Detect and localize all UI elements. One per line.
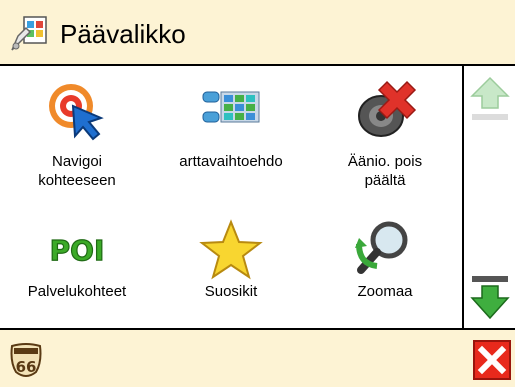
scroll-down-arrow-icon[interactable]: [468, 270, 513, 322]
map-options-icon: [202, 91, 260, 123]
close-icon[interactable]: [473, 340, 511, 380]
svg-text:POI: POI: [50, 234, 105, 267]
sound-off-icon: [358, 80, 417, 137]
poi-icon: POI: [49, 233, 105, 267]
scrollbar: [462, 66, 515, 328]
navigate-target-icon: [49, 84, 104, 141]
title-bar: Päävalikko: [0, 0, 515, 66]
menu-item-label: Zoomaa: [357, 283, 413, 300]
menu-item-favorites[interactable]: Suosikit: [154, 206, 308, 334]
menu-item-navigate[interactable]: Navigoi kohteeseen: [0, 66, 154, 194]
bottom-bar: 66: [0, 328, 515, 387]
menu-item-label: arttavaihtoehdo: [179, 153, 283, 170]
menu-grid: Navigoi kohteeseen arttavaihtoehdo Äänio…: [0, 66, 462, 328]
menu-item-label: Navigoi kohteeseen: [38, 153, 116, 189]
scroll-up-arrow-icon[interactable]: [468, 74, 513, 126]
menu-item-map-options[interactable]: arttavaihtoehdo: [154, 66, 308, 194]
route-66-icon[interactable]: 66: [8, 342, 44, 380]
menu-item-zoom[interactable]: Zoomaa: [308, 206, 462, 334]
page-title: Päävalikko: [60, 19, 186, 49]
menu-item-label: Äänio. pois päältä: [347, 153, 423, 189]
svg-text:66: 66: [16, 358, 37, 376]
menu-app-icon: [11, 16, 47, 51]
menu-item-poi[interactable]: POI Palvelukohteet: [0, 206, 154, 334]
menu-item-label: Palvelukohteet: [27, 283, 127, 300]
menu-item-sound-off[interactable]: Äänio. pois päältä: [308, 66, 462, 194]
menu-item-label: Suosikit: [204, 283, 258, 300]
star-icon: [199, 219, 263, 280]
main-menu-screen: Päävalikko Navigoi kohteeseen arttavaiht…: [0, 0, 515, 387]
zoom-icon: [355, 221, 408, 274]
